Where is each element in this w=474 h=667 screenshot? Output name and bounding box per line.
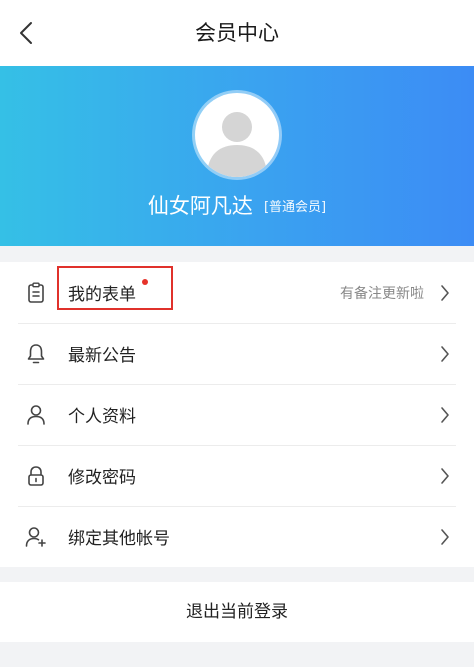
highlight-annotation bbox=[57, 266, 173, 310]
menu-item-profile[interactable]: 个人资料 bbox=[0, 384, 474, 445]
clipboard-icon bbox=[25, 282, 47, 304]
menu-item-bind-accounts[interactable]: 绑定其他帐号 bbox=[0, 506, 474, 567]
menu-item-label: 绑定其他帐号 bbox=[68, 529, 170, 549]
avatar-image bbox=[195, 93, 279, 177]
member-level-badge: [普通会员] bbox=[263, 199, 327, 215]
menu-item-label: 修改密码 bbox=[68, 468, 136, 488]
chevron-right-icon bbox=[438, 284, 452, 302]
page-title: 会员中心 bbox=[195, 21, 279, 45]
add-user-icon bbox=[25, 526, 47, 548]
lock-icon bbox=[25, 465, 47, 487]
chevron-right-icon bbox=[438, 467, 452, 485]
user-info: 仙女阿凡达 [普通会员] bbox=[0, 190, 474, 220]
update-note: 有备注更新啦 bbox=[340, 285, 424, 302]
avatar[interactable] bbox=[192, 90, 282, 180]
user-avatar-icon bbox=[207, 112, 267, 177]
chevron-right-icon bbox=[438, 406, 452, 424]
nav-bar: 会员中心 bbox=[0, 0, 474, 66]
profile-header: 仙女阿凡达 [普通会员] bbox=[0, 66, 474, 246]
chevron-right-icon bbox=[438, 528, 452, 546]
logout-button[interactable]: 退出当前登录 bbox=[0, 582, 474, 642]
bell-icon bbox=[25, 343, 47, 365]
menu-item-change-password[interactable]: 修改密码 bbox=[0, 445, 474, 506]
menu-item-label: 个人资料 bbox=[68, 407, 136, 427]
user-name: 仙女阿凡达 bbox=[147, 194, 253, 218]
menu-item-label: 最新公告 bbox=[68, 346, 136, 366]
menu-item-announcements[interactable]: 最新公告 bbox=[0, 323, 474, 384]
person-icon bbox=[25, 404, 47, 426]
chevron-right-icon bbox=[438, 345, 452, 363]
